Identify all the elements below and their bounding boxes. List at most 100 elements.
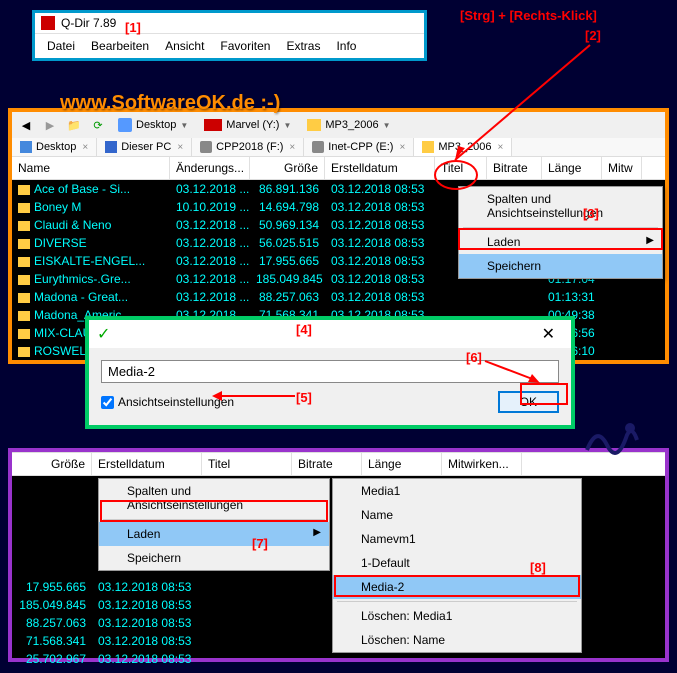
view-settings-checkbox[interactable]: Ansichtseinstellungen xyxy=(101,395,234,409)
tab-inet-cpp-e-[interactable]: Inet-CPP (E:)× xyxy=(304,138,414,156)
titlebar: Q-Dir 7.89 xyxy=(35,13,424,33)
folder-icon xyxy=(18,293,30,303)
col-titel[interactable]: Titel xyxy=(435,157,487,179)
col-size[interactable]: Größe xyxy=(12,453,92,475)
folder-icon xyxy=(18,275,30,285)
ctx-laden[interactable]: Laden ▶ xyxy=(459,230,662,254)
context-submenu: Media1NameNamevm11-DefaultMedia-2 Löschen… xyxy=(332,478,582,653)
name-input[interactable] xyxy=(101,360,559,383)
ctx-header[interactable]: Spalten und Ansichtseinstellungen xyxy=(459,187,662,225)
column-headers: Name Änderungs... Größe Erstelldatum Tit… xyxy=(12,156,665,180)
menu-extras[interactable]: Extras xyxy=(278,36,328,56)
ctx-item-media-2[interactable]: Media-2 xyxy=(333,575,581,599)
close-icon[interactable]: × xyxy=(399,142,405,153)
table-row[interactable]: Madona - Great...03.12.2018 ...88.257.06… xyxy=(12,288,665,306)
col-bitrate[interactable]: Bitrate xyxy=(292,453,362,475)
ctx-item-media1[interactable]: Media1 xyxy=(333,479,581,503)
tabs: Desktop×Dieser PC×CPP2018 (F:)×Inet-CPP … xyxy=(12,138,665,156)
folder-up-icon[interactable]: 📁 xyxy=(64,115,84,135)
pc-icon xyxy=(105,141,117,153)
menu-favoriten[interactable]: Favoriten xyxy=(212,36,278,56)
ctx-item-1-default[interactable]: 1-Default xyxy=(333,551,581,575)
folder-icon xyxy=(18,347,30,357)
desktop-icon xyxy=(118,118,132,132)
col-size[interactable]: Größe xyxy=(250,157,325,179)
col-mit[interactable]: Mitwirken... xyxy=(442,453,522,475)
menu-ansicht[interactable]: Ansicht xyxy=(157,36,212,56)
folder-icon xyxy=(18,311,30,321)
col-titel[interactable]: Titel xyxy=(202,453,292,475)
ok-button[interactable]: OK xyxy=(498,391,559,413)
checkbox-input[interactable] xyxy=(101,396,114,409)
folder-icon xyxy=(18,221,30,231)
context-menu-1: Spalten und Ansichtseinstellungen Laden … xyxy=(458,186,663,279)
folder-icon xyxy=(18,257,30,267)
nav-fwd-icon[interactable]: ▶ xyxy=(40,115,60,135)
decoration-squiggle xyxy=(582,420,642,460)
menu-bearbeiten[interactable]: Bearbeiten xyxy=(83,36,157,56)
col-bitrate[interactable]: Bitrate xyxy=(487,157,542,179)
ctx-item-name[interactable]: Name xyxy=(333,503,581,527)
col-created[interactable]: Erstelldatum xyxy=(325,157,435,179)
ctx-delete-item[interactable]: Löschen: Media1 xyxy=(333,604,581,628)
tab-mp3-2006[interactable]: MP3_2006× xyxy=(414,138,512,156)
col-len[interactable]: Länge xyxy=(542,157,602,179)
desktop-icon xyxy=(20,141,32,153)
breadcrumb-desktop[interactable]: Desktop ▼ xyxy=(112,116,194,134)
col-date[interactable]: Änderungs... xyxy=(170,157,250,179)
close-icon[interactable]: × xyxy=(289,142,295,153)
nav-back-icon[interactable]: ◀ xyxy=(16,115,36,135)
refresh-icon[interactable]: ⟳ xyxy=(88,115,108,135)
toolbar: ◀ ▶ 📁 ⟳ Desktop ▼ Marvel (Y:) ▼ MP3_2006… xyxy=(12,112,665,138)
chevron-down-icon[interactable]: ▼ xyxy=(283,121,291,130)
app-title: Q-Dir 7.89 xyxy=(61,16,116,30)
drive-icon xyxy=(204,119,222,131)
app-icon xyxy=(41,16,55,30)
breadcrumb-mp3[interactable]: MP3_2006 ▼ xyxy=(301,117,396,133)
col-created[interactable]: Erstelldatum xyxy=(92,453,202,475)
check-icon: ✓ xyxy=(97,324,110,344)
menu-datei[interactable]: Datei xyxy=(39,36,83,56)
chevron-down-icon[interactable]: ▼ xyxy=(180,121,188,130)
tab-dieser-pc[interactable]: Dieser PC× xyxy=(97,138,192,156)
ctx-laden[interactable]: Laden ▶ xyxy=(99,522,329,546)
ctx-delete-item[interactable]: Löschen: Name xyxy=(333,628,581,652)
ctx-header[interactable]: Spalten und Ansichtseinstellungen xyxy=(99,479,329,517)
chevron-right-icon: ▶ xyxy=(313,527,321,538)
ctx-speichern[interactable]: Speichern xyxy=(459,254,662,278)
folder-icon xyxy=(18,239,30,249)
folder-icon xyxy=(18,329,30,339)
table-row[interactable]: 71.568.34103.12.2018 08:53 xyxy=(12,632,202,650)
table-row[interactable]: 88.257.06303.12.2018 08:53 xyxy=(12,614,202,632)
ctx-item-namevm1[interactable]: Namevm1 xyxy=(333,527,581,551)
close-icon[interactable]: ✕ xyxy=(534,324,563,344)
close-icon[interactable]: × xyxy=(498,142,504,153)
col-len[interactable]: Länge xyxy=(362,453,442,475)
chevron-right-icon: ▶ xyxy=(646,235,654,246)
folder-icon xyxy=(18,185,30,195)
drive-icon xyxy=(312,141,324,153)
context-menu-2: Spalten und Ansichtseinstellungen Laden … xyxy=(98,478,330,571)
panel-menubar: Q-Dir 7.89 Datei Bearbeiten Ansicht Favo… xyxy=(32,10,427,61)
annotation-hint: [Strg] + [Rechts-Klick] xyxy=(460,8,597,23)
folder-icon xyxy=(18,203,30,213)
folder-icon xyxy=(422,141,434,153)
table-row[interactable]: 25.702.96703.12.2018 08:53 xyxy=(12,650,202,668)
tab-desktop[interactable]: Desktop× xyxy=(12,138,97,156)
close-icon[interactable]: × xyxy=(177,142,183,153)
table-row[interactable]: 17.955.66503.12.2018 08:53 xyxy=(12,578,202,596)
tab-cpp2018-f-[interactable]: CPP2018 (F:)× xyxy=(192,138,304,156)
watermark-top: www.SoftwareOK.de :-) xyxy=(60,92,280,115)
column-headers-2: Größe Erstelldatum Titel Bitrate Länge M… xyxy=(12,452,665,476)
chevron-down-icon[interactable]: ▼ xyxy=(383,121,391,130)
menu-info[interactable]: Info xyxy=(328,36,364,56)
breadcrumb-marvel[interactable]: Marvel (Y:) ▼ xyxy=(198,117,297,133)
ctx-speichern[interactable]: Speichern xyxy=(99,546,329,570)
col-name[interactable]: Name xyxy=(12,157,170,179)
annotation-2: [2] xyxy=(585,28,601,43)
close-icon[interactable]: × xyxy=(82,142,88,153)
col-mit[interactable]: Mitw xyxy=(602,157,642,179)
menubar: Datei Bearbeiten Ansicht Favoriten Extra… xyxy=(35,33,424,58)
table-row[interactable]: 185.049.84503.12.2018 08:53 xyxy=(12,596,202,614)
save-dialog: ✓ ✕ Ansichtseinstellungen OK xyxy=(85,316,575,429)
